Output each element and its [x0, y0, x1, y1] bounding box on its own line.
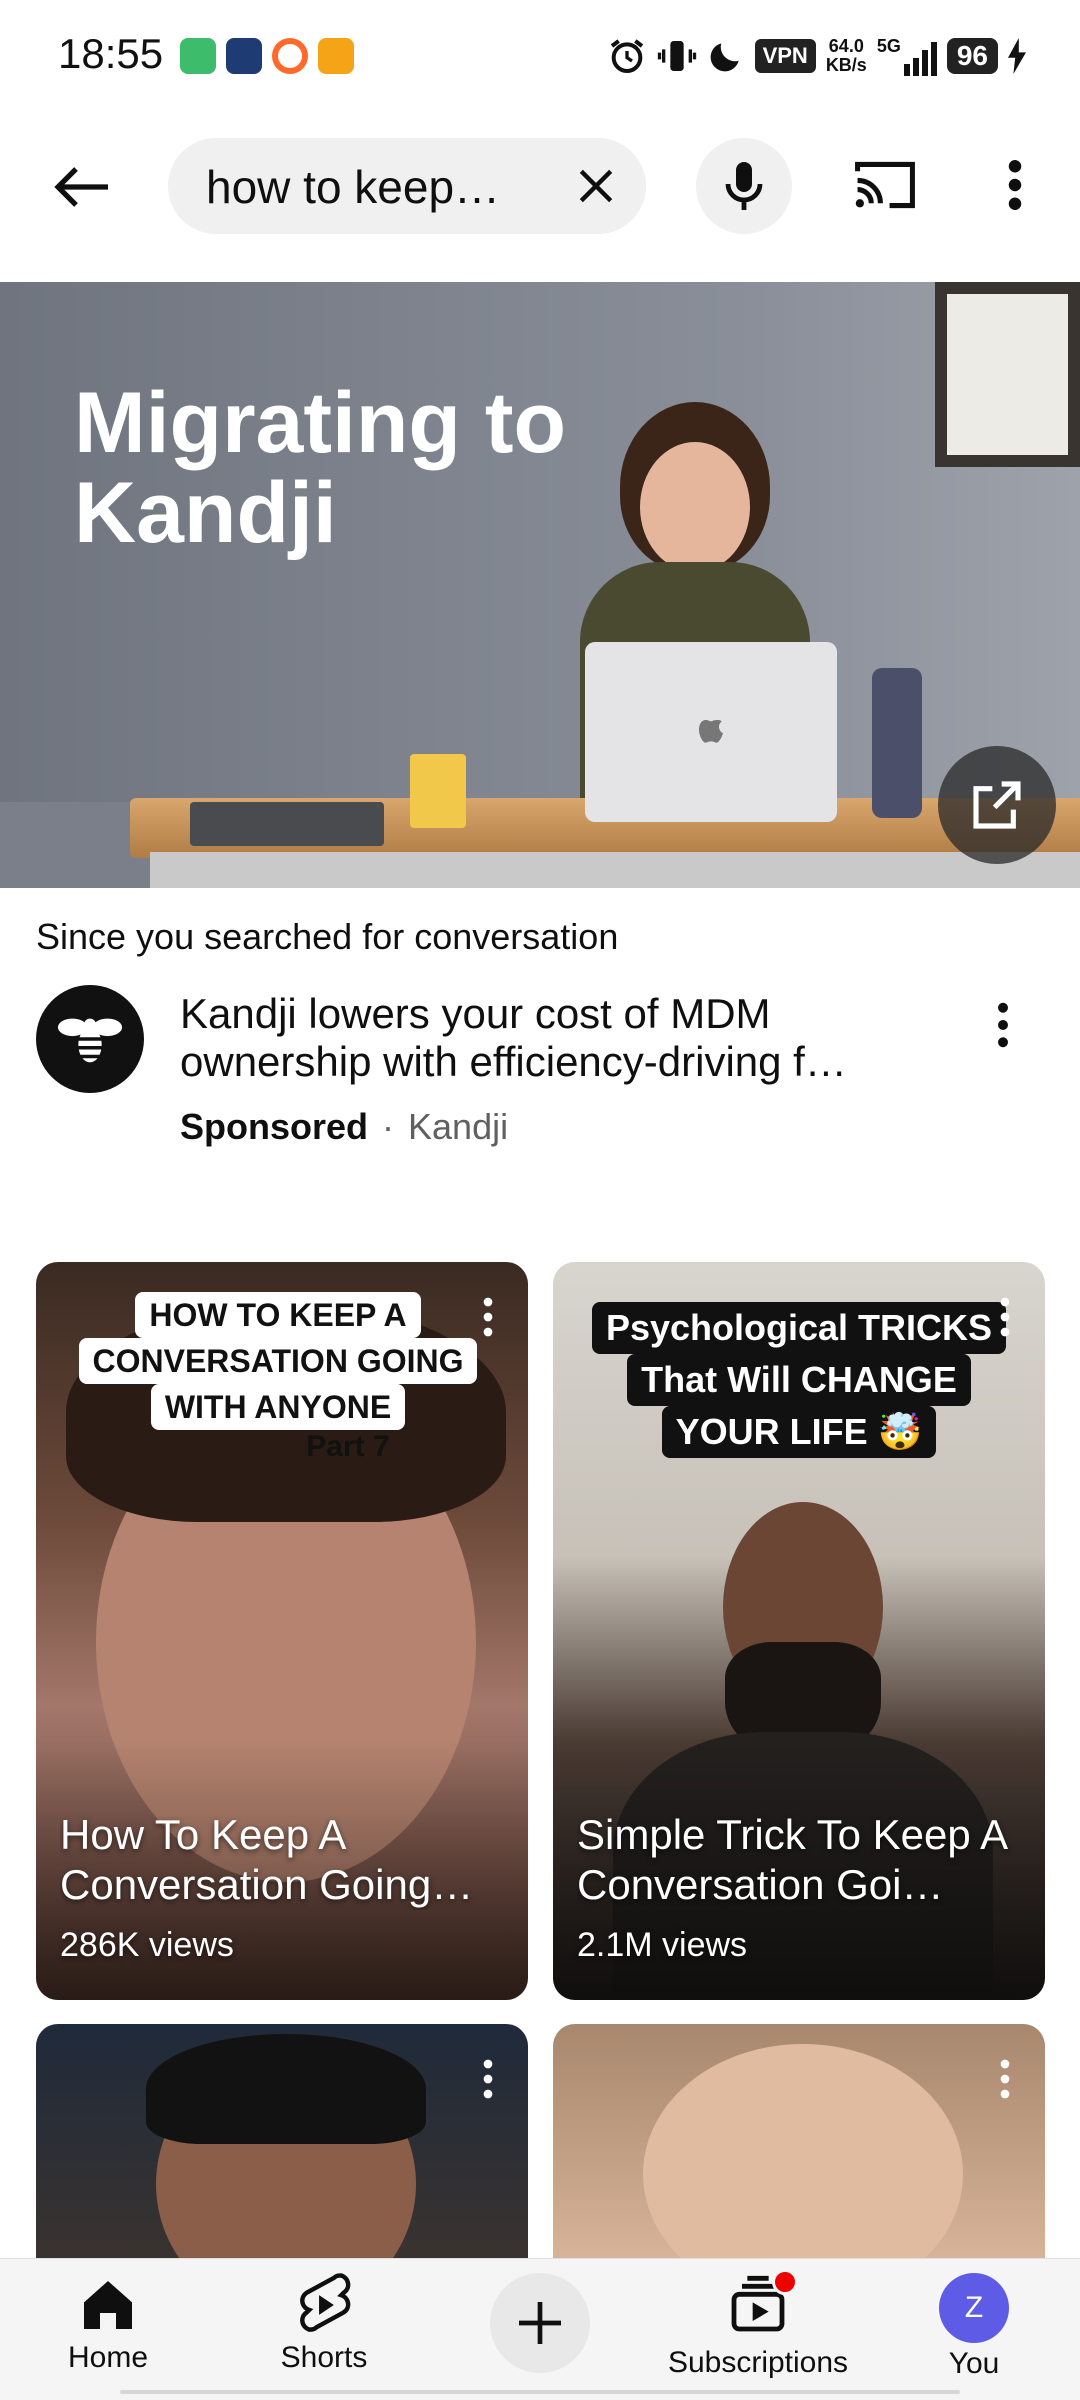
- home-icon: [84, 2281, 132, 2329]
- apple-logo-icon: [699, 720, 723, 743]
- thumbnail-face: [643, 2044, 963, 2262]
- bee-logo-icon: [57, 1018, 123, 1063]
- search-context-label: Since you searched for conversation: [36, 916, 619, 957]
- voice-search-button[interactable]: [696, 138, 792, 234]
- advertiser-name: Kandji: [408, 1106, 509, 1147]
- shorts-icon: [300, 2273, 351, 2332]
- separator-dot: ·: [382, 1106, 395, 1147]
- short-card[interactable]: Psychological TRICKS That Will CHANGE YO…: [553, 1262, 1045, 2000]
- more-vertical-icon: [998, 1002, 1008, 1048]
- microphone-icon: [725, 162, 763, 210]
- open-external-link-button[interactable]: [938, 746, 1056, 864]
- charging-icon: [1008, 38, 1026, 74]
- short-more-options-button[interactable]: [987, 1290, 1023, 1344]
- more-vertical-icon: [1000, 1297, 1010, 1337]
- ad-title[interactable]: Kandji lowers your cost of MDM ownership…: [180, 990, 940, 1086]
- status-icons: VPN 64.0 KB/s 5G 96: [607, 32, 1026, 80]
- signal-icon: 5G: [877, 36, 937, 76]
- more-options-button[interactable]: [990, 150, 1040, 220]
- nav-shorts[interactable]: Shorts: [234, 2273, 414, 2393]
- search-input[interactable]: how to keep…: [168, 138, 646, 234]
- search-context-term: conversation: [414, 916, 619, 957]
- thumbnail-caption: Psychological TRICKS That Will CHANGE YO…: [589, 1302, 1009, 1458]
- nav-you[interactable]: Z You: [884, 2273, 1064, 2393]
- nav-home[interactable]: Home: [18, 2273, 198, 2393]
- short-views: 2.1M views: [577, 1926, 748, 1964]
- external-link-icon: [973, 781, 1021, 829]
- status-bar: 18:55 VPN 64.0 KB/s 5G 96: [0, 0, 1080, 112]
- nav-shorts-label: Shorts: [280, 2341, 368, 2374]
- app-notification-icon: [272, 38, 308, 74]
- laptop: [585, 642, 837, 822]
- nav-home-label: Home: [67, 2341, 149, 2374]
- create-button[interactable]: [480, 2273, 600, 2373]
- cast-icon: [855, 161, 915, 209]
- desk-tray: [190, 802, 384, 846]
- ad-hero-title: Migrating to Kandji: [74, 375, 567, 561]
- sponsored-label: Sponsored: [180, 1106, 369, 1147]
- thumbnail-caption: HOW TO KEEP A CONVERSATION GOING WITH AN…: [68, 1292, 488, 1464]
- ad-more-options-button[interactable]: [978, 990, 1028, 1060]
- more-vertical-icon: [483, 1297, 493, 1337]
- short-card[interactable]: HOW TO KEEP A CONVERSATION GOING WITH AN…: [36, 1262, 528, 2000]
- more-vertical-icon: [1000, 2059, 1010, 2099]
- advertiser-avatar[interactable]: [36, 985, 144, 1093]
- vibrate-icon: [657, 41, 696, 71]
- short-more-options-button[interactable]: [987, 2052, 1023, 2106]
- moon-icon: [710, 43, 739, 72]
- desk-base: [150, 852, 1080, 888]
- alarm-icon: [610, 39, 643, 73]
- nav-subscriptions[interactable]: Subscriptions: [667, 2269, 849, 2393]
- short-card[interactable]: [553, 2024, 1045, 2262]
- thumbnail-hair: [146, 2034, 426, 2144]
- nav-subscriptions-label: Subscriptions: [667, 2346, 849, 2379]
- back-arrow-icon: [54, 167, 108, 207]
- app-notification-icon: [226, 38, 262, 74]
- ad-video-thumbnail[interactable]: Migrating to Kandji: [0, 282, 1080, 888]
- wall-art: [935, 282, 1080, 467]
- cast-button[interactable]: [845, 150, 925, 220]
- short-title: How To Keep A Conversation Going…: [60, 1811, 474, 1908]
- more-vertical-icon: [483, 2059, 493, 2099]
- network-speed: 64.0 KB/s: [825, 36, 867, 75]
- short-card[interactable]: [36, 2024, 528, 2262]
- subscriptions-icon-wrap: [726, 2269, 798, 2342]
- app-notification-icon: [318, 38, 354, 74]
- vpn-badge: VPN: [754, 39, 816, 73]
- gesture-bar: [120, 2390, 960, 2394]
- short-more-options-button[interactable]: [470, 2052, 506, 2106]
- close-icon: [579, 169, 613, 203]
- status-time: 18:55: [58, 30, 164, 77]
- water-bottle: [872, 668, 922, 818]
- short-title: Simple Trick To Keep A Conversation Goi…: [577, 1811, 1006, 1908]
- app-notification-icon: [180, 38, 216, 74]
- notification-dot: [772, 2269, 798, 2295]
- clear-search-button[interactable]: [570, 160, 622, 212]
- short-views: 286K views: [60, 1926, 234, 1964]
- bottom-navigation: Home Shorts Subscriptions Z You: [0, 2258, 1080, 2400]
- more-vertical-icon: [1008, 160, 1022, 210]
- nav-you-label: You: [948, 2347, 1000, 2380]
- back-button[interactable]: [42, 152, 122, 222]
- search-query-text: how to keep…: [206, 161, 501, 213]
- battery-level: 96: [946, 38, 998, 74]
- user-avatar: Z: [939, 2273, 1009, 2343]
- ad-metadata: Sponsored · Kandji: [180, 1106, 508, 1148]
- pencil-cup: [410, 754, 466, 828]
- short-more-options-button[interactable]: [470, 1290, 506, 1344]
- create-circle: [490, 2273, 590, 2373]
- search-header: how to keep…: [0, 130, 1080, 240]
- plus-icon: [519, 2302, 561, 2344]
